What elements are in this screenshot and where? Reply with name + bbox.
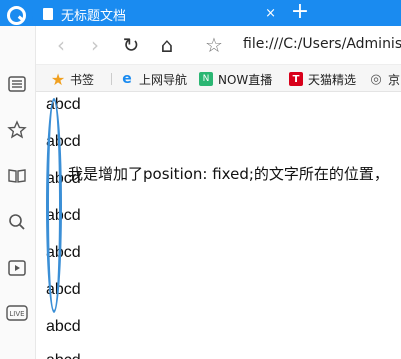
forward-button[interactable]: › <box>84 34 106 56</box>
favorite-star-icon[interactable]: ☆ <box>203 34 225 56</box>
tab-active[interactable]: 无标题文档 × <box>37 2 282 26</box>
reload-button[interactable]: ↻ <box>120 34 142 56</box>
fixed-position-text: 我是增加了position: fixed;的文字所在的位置， <box>68 165 389 183</box>
highlight-ellipse <box>46 98 62 313</box>
tab-title: 无标题文档 <box>61 8 127 24</box>
document-icon <box>41 7 55 21</box>
ie-icon: e <box>122 71 132 87</box>
globe-icon: ◎ <box>370 71 382 87</box>
back-button[interactable]: ‹ <box>50 34 72 56</box>
bookmark-item[interactable]: T 天猫精选 <box>289 69 356 89</box>
new-tab-button[interactable]: + <box>288 1 312 25</box>
now-icon: N <box>199 72 213 86</box>
tab-close-icon[interactable]: × <box>265 5 276 23</box>
text-line: abcd <box>46 318 81 335</box>
video-icon[interactable] <box>6 257 28 279</box>
tmall-icon: T <box>289 72 303 86</box>
search-icon[interactable] <box>6 211 28 233</box>
bookmarks-bar: ★ 书签 e 上网导航 N NOW直播 T 天猫精选 ◎ 京 <box>36 64 401 92</box>
live-label: LIVE <box>9 310 24 318</box>
bookmark-label: 天猫精选 <box>308 72 357 87</box>
bookmark-divider <box>111 73 112 85</box>
live-icon[interactable]: LIVE <box>6 302 28 324</box>
book-icon[interactable] <box>6 165 28 187</box>
home-button[interactable]: ⌂ <box>156 34 178 56</box>
bookmark-folder[interactable]: ★ 书签 <box>51 69 94 89</box>
bookmark-item[interactable]: N NOW直播 <box>199 69 272 89</box>
bookmark-label: 京 <box>388 72 401 87</box>
star-icon[interactable] <box>6 119 28 141</box>
page-content: abcd abcd abcd abcd abcd abcd abcd abcd … <box>37 93 401 359</box>
bookmark-label: 上网导航 <box>139 72 188 87</box>
text-line: abcd <box>46 352 81 359</box>
toolbar: ‹ › ↻ ⌂ ☆ file:///C:/Users/Adminis <box>36 26 401 64</box>
address-bar[interactable]: file:///C:/Users/Adminis <box>243 36 401 52</box>
bookmark-item[interactable]: e 上网导航 <box>120 69 187 89</box>
bookmark-label: NOW直播 <box>218 72 273 87</box>
star-icon: ★ <box>50 69 66 89</box>
sidebar: LIVE <box>0 26 36 359</box>
bookmark-item[interactable]: ◎ 京 <box>369 69 400 89</box>
bookmark-label: 书签 <box>70 72 95 87</box>
list-icon[interactable] <box>6 73 28 95</box>
